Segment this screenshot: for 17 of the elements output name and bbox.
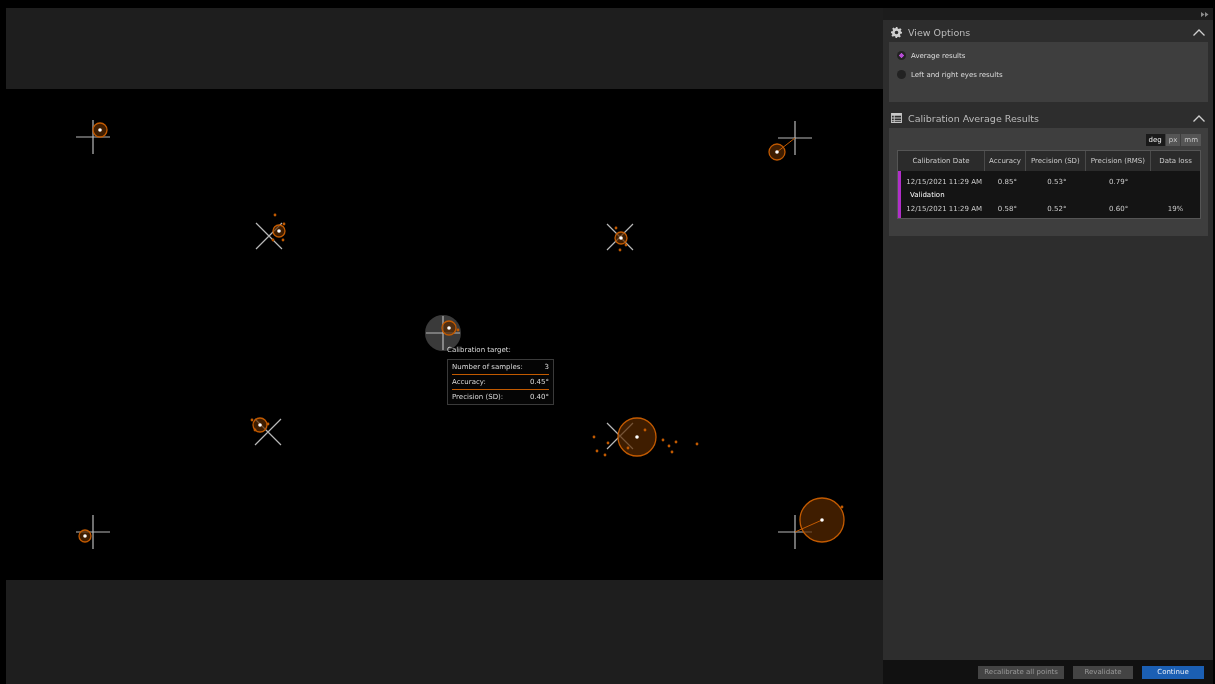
collapse-chevron-icon[interactable] <box>1193 114 1205 122</box>
radio-button[interactable] <box>897 51 906 60</box>
calibration-target-drawing[interactable] <box>777 497 845 550</box>
radio-button[interactable] <box>897 70 906 79</box>
calibration-target-drawing[interactable] <box>592 417 699 457</box>
calibration-target-drawing[interactable] <box>255 213 286 250</box>
calibration-target-drawing[interactable] <box>768 120 813 161</box>
table-icon <box>891 113 902 123</box>
calibration-target-drawing[interactable] <box>75 514 111 550</box>
section-title: View Options <box>908 26 972 38</box>
collapse-panel-icon[interactable] <box>1201 11 1209 17</box>
calibration-target-drawing[interactable] <box>250 417 282 446</box>
collapse-chevron-icon[interactable] <box>1193 28 1205 36</box>
gear-icon <box>891 26 902 38</box>
calibration-target-drawing[interactable] <box>606 223 634 252</box>
section-title: Calibration Average Results <box>908 112 1041 124</box>
calibration-target-drawing[interactable] <box>75 119 111 155</box>
